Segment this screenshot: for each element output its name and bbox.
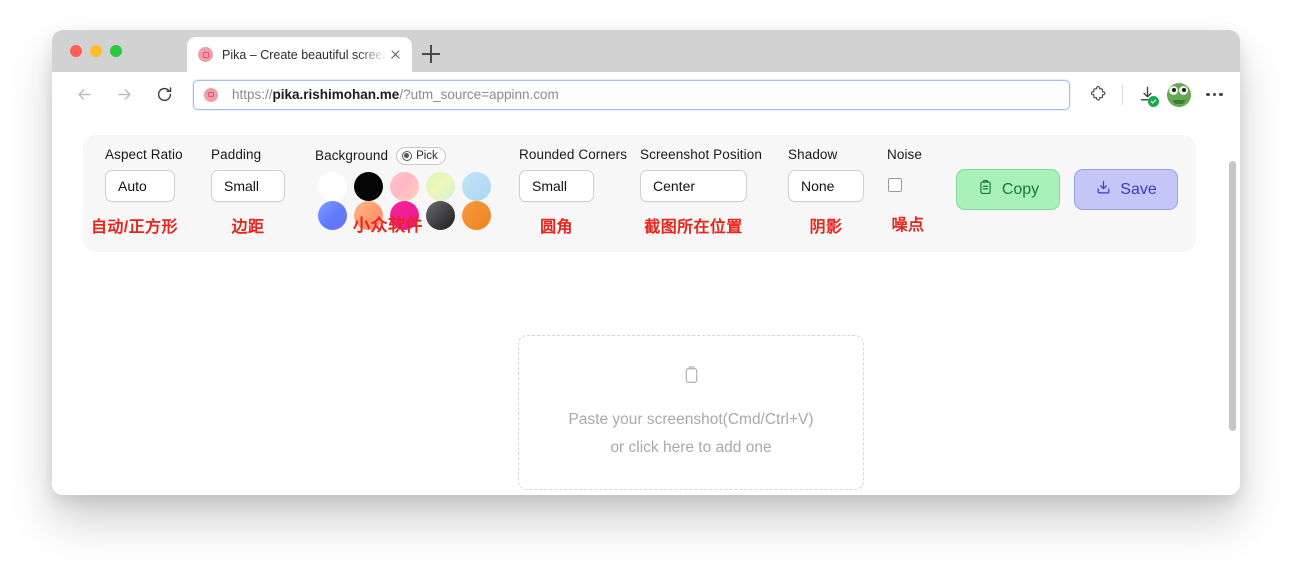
aspect-ratio-control: Aspect Ratio Auto 自动/正方形	[91, 147, 205, 237]
aspect-ratio-label: Aspect Ratio	[105, 147, 183, 162]
screenshot-position-control: Screenshot Position Center 截图所在位置	[640, 147, 774, 237]
clipboard-icon	[977, 179, 994, 201]
swatch-green-gradient[interactable]	[425, 172, 455, 201]
pika-favicon	[198, 47, 213, 62]
padding-label: Padding	[211, 147, 262, 162]
shadow-annotation: 阴影	[809, 219, 843, 236]
noise-checkbox[interactable]	[888, 178, 902, 192]
close-window-button[interactable]	[70, 45, 82, 57]
aspect-ratio-select[interactable]: Auto	[105, 170, 175, 202]
new-tab-button[interactable]	[419, 42, 443, 66]
url-text: https://pika.rishimohan.me/?utm_source=a…	[232, 87, 559, 102]
site-favicon	[204, 87, 218, 102]
url-prefix: https://	[232, 87, 273, 102]
toolbar-divider	[1122, 84, 1123, 105]
noise-control: Noise 噪点	[887, 147, 939, 235]
site-watermark: 小众软件	[353, 216, 423, 235]
address-bar[interactable]: https://pika.rishimohan.me/?utm_source=a…	[193, 79, 1070, 110]
screenshot-position-select[interactable]: Center	[640, 170, 747, 202]
shadow-control: Shadow None 阴影	[788, 147, 867, 237]
swatch-black[interactable]	[353, 172, 383, 201]
copy-button-label: Copy	[1001, 180, 1040, 198]
clipboard-icon	[682, 365, 701, 391]
swatch-orange[interactable]	[461, 201, 491, 230]
rounded-corners-control: Rounded Corners Small 圆角	[519, 147, 628, 237]
save-button-label: Save	[1120, 180, 1157, 198]
swatch-charcoal[interactable]	[425, 201, 455, 230]
background-label-row: Background Pick	[315, 146, 487, 165]
navigation-bar: https://pika.rishimohan.me/?utm_source=a…	[52, 72, 1240, 117]
swatch-indigo-gradient[interactable]	[317, 201, 347, 230]
color-picker-icon	[402, 150, 413, 161]
background-label: Background	[315, 148, 389, 163]
aspect-ratio-annotation: 自动/正方形	[91, 219, 178, 236]
download-icon	[1095, 179, 1112, 201]
forward-arrow-icon[interactable]	[107, 78, 141, 112]
shadow-select[interactable]: None	[788, 170, 864, 202]
swatch-white[interactable]	[317, 172, 347, 201]
copy-button[interactable]: Copy	[956, 169, 1060, 210]
vertical-scrollbar[interactable]	[1228, 125, 1237, 495]
frog-avatar-icon[interactable]	[1167, 82, 1191, 107]
rounded-corners-select[interactable]: Small	[519, 170, 594, 202]
screenshot-dropzone[interactable]: Paste your screenshot(Cmd/Ctrl+V) or cli…	[518, 335, 864, 490]
tab-strip: Pika – Create beautiful screenshots	[52, 30, 1240, 72]
swatch-blue-gradient[interactable]	[461, 172, 491, 201]
extensions-puzzle-icon[interactable]	[1083, 80, 1113, 110]
pick-color-button[interactable]: Pick	[396, 146, 446, 165]
editor-toolbar: Aspect Ratio Auto 自动/正方形 Padding Small 边…	[83, 135, 1196, 252]
noise-annotation: 噪点	[891, 217, 925, 234]
shadow-label: Shadow	[788, 147, 838, 162]
padding-annotation: 边距	[231, 219, 265, 236]
swatch-pink-gradient[interactable]	[389, 172, 419, 201]
dropzone-line-2: or click here to add one	[610, 438, 772, 456]
browser-tab[interactable]: Pika – Create beautiful screenshots	[187, 37, 412, 72]
browser-window: Pika – Create beautiful screenshots http…	[52, 30, 1240, 495]
screenshot-position-label: Screenshot Position	[640, 147, 762, 162]
maximize-window-button[interactable]	[110, 45, 122, 57]
rounded-corners-label: Rounded Corners	[519, 147, 628, 162]
noise-label: Noise	[887, 147, 923, 162]
downloads-icon[interactable]	[1132, 80, 1162, 110]
screenshot-position-annotation: 截图所在位置	[644, 219, 743, 236]
dropzone-line-1: Paste your screenshot(Cmd/Ctrl+V)	[568, 410, 814, 428]
window-traffic-lights	[70, 45, 122, 57]
minimize-window-button[interactable]	[90, 45, 102, 57]
nav-right-icons	[1083, 80, 1240, 110]
background-control: Background Pick 小众软件	[315, 146, 491, 235]
download-complete-badge	[1148, 95, 1159, 107]
padding-control: Padding Small 边距	[211, 147, 293, 237]
toolbar-actions: Copy Save	[956, 169, 1178, 210]
scrollbar-thumb[interactable]	[1229, 161, 1236, 431]
pick-button-label: Pick	[416, 149, 438, 162]
page-content: Aspect Ratio Auto 自动/正方形 Padding Small 边…	[52, 117, 1240, 495]
tab-title: Pika – Create beautiful screenshots	[222, 47, 386, 62]
padding-select[interactable]: Small	[211, 170, 285, 202]
url-suffix: /?utm_source=appinn.com	[399, 87, 559, 102]
close-icon[interactable]	[386, 46, 404, 64]
rounded-corners-annotation: 圆角	[540, 219, 573, 236]
url-domain: pika.rishimohan.me	[272, 87, 400, 102]
background-swatches: 小众软件	[315, 172, 491, 235]
reload-icon[interactable]	[147, 78, 181, 112]
more-options-icon[interactable]	[1198, 80, 1228, 110]
save-button[interactable]: Save	[1074, 169, 1178, 210]
back-arrow-icon[interactable]	[67, 78, 101, 112]
